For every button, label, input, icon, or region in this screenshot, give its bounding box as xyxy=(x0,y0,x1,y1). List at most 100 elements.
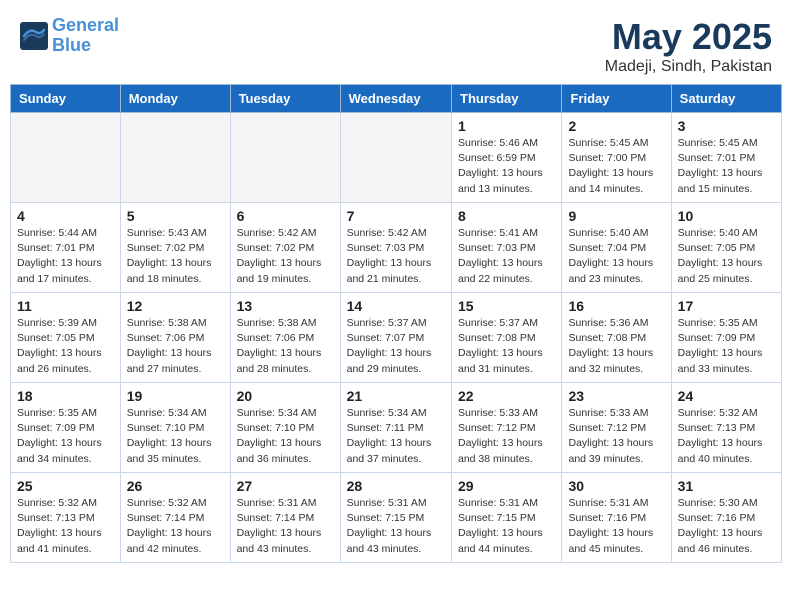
day-number: 10 xyxy=(678,208,775,224)
day-number: 26 xyxy=(127,478,224,494)
calendar-cell: 26 Sunrise: 5:32 AM Sunset: 7:14 PM Dayli… xyxy=(120,473,230,563)
day-number: 25 xyxy=(17,478,114,494)
day-number: 22 xyxy=(458,388,555,404)
page-header: General Blue May 2025 Madeji, Sindh, Pak… xyxy=(0,0,792,84)
day-of-week-header: Monday xyxy=(120,85,230,113)
calendar-cell xyxy=(230,113,340,203)
day-info: Sunrise: 5:45 AM Sunset: 7:00 PM Dayligh… xyxy=(568,136,664,197)
day-number: 17 xyxy=(678,298,775,314)
day-info: Sunrise: 5:42 AM Sunset: 7:02 PM Dayligh… xyxy=(237,226,334,287)
calendar-cell xyxy=(11,113,121,203)
calendar-cell: 16Sunrise: 5:36 AM Sunset: 7:08 PM Dayli… xyxy=(562,293,671,383)
day-info: Sunrise: 5:37 AM Sunset: 7:08 PM Dayligh… xyxy=(458,316,555,377)
calendar-cell: 2 Sunrise: 5:45 AM Sunset: 7:00 PM Daylig… xyxy=(562,113,671,203)
day-info: Sunrise: 5:32 AM Sunset: 7:14 PM Dayligh… xyxy=(127,496,224,557)
day-info: Sunrise: 5:40 AM Sunset: 7:04 PM Dayligh… xyxy=(568,226,664,287)
calendar-cell: 15 Sunrise: 5:37 AM Sunset: 7:08 PM Dayli… xyxy=(452,293,562,383)
calendar-body: 1 Sunrise: 5:46 AM Sunset: 6:59 PM Daylig… xyxy=(11,113,782,563)
calendar-cell: 19Sunrise: 5:34 AM Sunset: 7:10 PM Dayli… xyxy=(120,383,230,473)
calendar-wrapper: SundayMondayTuesdayWednesdayThursdayFrid… xyxy=(0,84,792,573)
day-number: 28 xyxy=(347,478,445,494)
day-number: 14 xyxy=(347,298,445,314)
days-of-week-row: SundayMondayTuesdayWednesdayThursdayFrid… xyxy=(11,85,782,113)
page-subtitle: Madeji, Sindh, Pakistan xyxy=(605,58,772,76)
day-number: 15 xyxy=(458,298,555,314)
calendar-cell: 4 Sunrise: 5:44 AM Sunset: 7:01 PM Daylig… xyxy=(11,203,121,293)
day-of-week-header: Friday xyxy=(562,85,671,113)
day-number: 30 xyxy=(568,478,664,494)
week-row: 4 Sunrise: 5:44 AM Sunset: 7:01 PM Daylig… xyxy=(11,203,782,293)
day-info: Sunrise: 5:46 AM Sunset: 6:59 PM Dayligh… xyxy=(458,136,555,197)
calendar-table: SundayMondayTuesdayWednesdayThursdayFrid… xyxy=(10,84,782,563)
day-info: Sunrise: 5:33 AM Sunset: 7:12 PM Dayligh… xyxy=(458,406,555,467)
day-number: 31 xyxy=(678,478,775,494)
day-info: Sunrise: 5:32 AM Sunset: 7:13 PM Dayligh… xyxy=(17,496,114,557)
day-number: 12 xyxy=(127,298,224,314)
day-info: Sunrise: 5:31 AM Sunset: 7:14 PM Dayligh… xyxy=(237,496,334,557)
day-number: 20 xyxy=(237,388,334,404)
day-number: 13 xyxy=(237,298,334,314)
calendar-cell: 6 Sunrise: 5:42 AM Sunset: 7:02 PM Daylig… xyxy=(230,203,340,293)
day-number: 1 xyxy=(458,118,555,134)
calendar-cell: 30Sunrise: 5:31 AM Sunset: 7:16 PM Dayli… xyxy=(562,473,671,563)
calendar-cell: 28Sunrise: 5:31 AM Sunset: 7:15 PM Dayli… xyxy=(340,473,451,563)
calendar-cell: 17Sunrise: 5:35 AM Sunset: 7:09 PM Dayli… xyxy=(671,293,781,383)
day-number: 23 xyxy=(568,388,664,404)
week-row: 25 Sunrise: 5:32 AM Sunset: 7:13 PM Dayli… xyxy=(11,473,782,563)
day-number: 5 xyxy=(127,208,224,224)
calendar-cell: 7Sunrise: 5:42 AM Sunset: 7:03 PM Daylig… xyxy=(340,203,451,293)
logo: General Blue xyxy=(20,16,119,56)
day-info: Sunrise: 5:38 AM Sunset: 7:06 PM Dayligh… xyxy=(127,316,224,377)
day-info: Sunrise: 5:45 AM Sunset: 7:01 PM Dayligh… xyxy=(678,136,775,197)
day-number: 21 xyxy=(347,388,445,404)
day-number: 6 xyxy=(237,208,334,224)
day-info: Sunrise: 5:35 AM Sunset: 7:09 PM Dayligh… xyxy=(17,406,114,467)
logo-text: General Blue xyxy=(52,16,119,56)
day-info: Sunrise: 5:31 AM Sunset: 7:15 PM Dayligh… xyxy=(458,496,555,557)
day-of-week-header: Thursday xyxy=(452,85,562,113)
calendar-header: SundayMondayTuesdayWednesdayThursdayFrid… xyxy=(11,85,782,113)
calendar-cell: 1 Sunrise: 5:46 AM Sunset: 6:59 PM Daylig… xyxy=(452,113,562,203)
week-row: 1 Sunrise: 5:46 AM Sunset: 6:59 PM Daylig… xyxy=(11,113,782,203)
calendar-cell: 9 Sunrise: 5:40 AM Sunset: 7:04 PM Daylig… xyxy=(562,203,671,293)
day-number: 3 xyxy=(678,118,775,134)
calendar-cell: 12 Sunrise: 5:38 AM Sunset: 7:06 PM Dayli… xyxy=(120,293,230,383)
calendar-cell: 13 Sunrise: 5:38 AM Sunset: 7:06 PM Dayli… xyxy=(230,293,340,383)
calendar-cell: 27 Sunrise: 5:31 AM Sunset: 7:14 PM Dayli… xyxy=(230,473,340,563)
day-info: Sunrise: 5:32 AM Sunset: 7:13 PM Dayligh… xyxy=(678,406,775,467)
calendar-cell: 10 Sunrise: 5:40 AM Sunset: 7:05 PM Dayli… xyxy=(671,203,781,293)
week-row: 18Sunrise: 5:35 AM Sunset: 7:09 PM Dayli… xyxy=(11,383,782,473)
calendar-cell: 14 Sunrise: 5:37 AM Sunset: 7:07 PM Dayli… xyxy=(340,293,451,383)
page-title: May 2025 xyxy=(605,16,772,58)
day-info: Sunrise: 5:38 AM Sunset: 7:06 PM Dayligh… xyxy=(237,316,334,377)
calendar-cell: 22 Sunrise: 5:33 AM Sunset: 7:12 PM Dayli… xyxy=(452,383,562,473)
day-of-week-header: Wednesday xyxy=(340,85,451,113)
calendar-cell: 29Sunrise: 5:31 AM Sunset: 7:15 PM Dayli… xyxy=(452,473,562,563)
day-of-week-header: Sunday xyxy=(11,85,121,113)
day-info: Sunrise: 5:30 AM Sunset: 7:16 PM Dayligh… xyxy=(678,496,775,557)
day-number: 11 xyxy=(17,298,114,314)
calendar-cell xyxy=(120,113,230,203)
calendar-cell: 20Sunrise: 5:34 AM Sunset: 7:10 PM Dayli… xyxy=(230,383,340,473)
calendar-cell: 5Sunrise: 5:43 AM Sunset: 7:02 PM Daylig… xyxy=(120,203,230,293)
day-number: 16 xyxy=(568,298,664,314)
day-info: Sunrise: 5:37 AM Sunset: 7:07 PM Dayligh… xyxy=(347,316,445,377)
day-info: Sunrise: 5:40 AM Sunset: 7:05 PM Dayligh… xyxy=(678,226,775,287)
day-of-week-header: Saturday xyxy=(671,85,781,113)
day-number: 4 xyxy=(17,208,114,224)
day-number: 9 xyxy=(568,208,664,224)
calendar-cell: 24Sunrise: 5:32 AM Sunset: 7:13 PM Dayli… xyxy=(671,383,781,473)
logo-icon xyxy=(20,22,48,50)
calendar-cell: 25 Sunrise: 5:32 AM Sunset: 7:13 PM Dayli… xyxy=(11,473,121,563)
day-info: Sunrise: 5:41 AM Sunset: 7:03 PM Dayligh… xyxy=(458,226,555,287)
calendar-cell: 23Sunrise: 5:33 AM Sunset: 7:12 PM Dayli… xyxy=(562,383,671,473)
day-info: Sunrise: 5:34 AM Sunset: 7:10 PM Dayligh… xyxy=(127,406,224,467)
day-number: 7 xyxy=(347,208,445,224)
day-number: 27 xyxy=(237,478,334,494)
day-number: 8 xyxy=(458,208,555,224)
calendar-cell xyxy=(340,113,451,203)
day-number: 2 xyxy=(568,118,664,134)
title-block: May 2025 Madeji, Sindh, Pakistan xyxy=(605,16,772,76)
calendar-cell: 21Sunrise: 5:34 AM Sunset: 7:11 PM Dayli… xyxy=(340,383,451,473)
day-info: Sunrise: 5:44 AM Sunset: 7:01 PM Dayligh… xyxy=(17,226,114,287)
